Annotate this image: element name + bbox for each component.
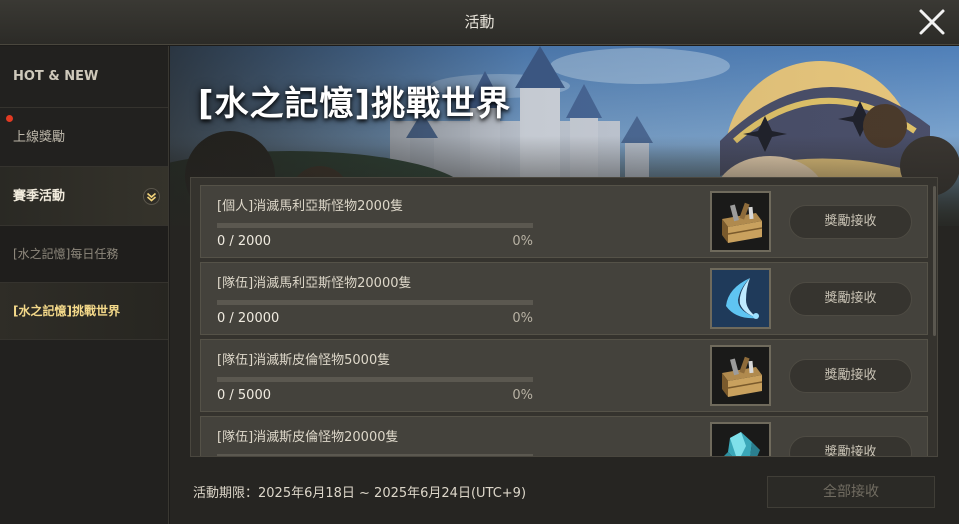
sidebar-item-label: 賽季活動 (13, 189, 66, 204)
event-period: 活動期限：2025年6月18日 ~ 2025年6月24日(UTC+9) (193, 486, 527, 501)
mission-progress-bar (217, 454, 533, 456)
reward-item-slot[interactable] (710, 345, 771, 406)
claim-reward-button[interactable]: 獎勵接收 (789, 436, 912, 456)
mission-row: [隊伍]消滅斯皮倫怪物5000隻 0 / 5000 0% 獎勵接收 (200, 339, 928, 412)
mission-progress-percent: 0% (512, 234, 533, 249)
claim-all-button[interactable]: 全部接收 (767, 476, 935, 508)
sidebar-item-season-events[interactable]: 賽季活動 (0, 167, 168, 226)
sidebar-item-label: [水之記憶]挑戰世界 (13, 304, 120, 318)
mission-title: [隊伍]消滅斯皮倫怪物5000隻 (217, 353, 391, 368)
sidebar-item-daily-missions[interactable]: [水之記憶]每日任務 (0, 226, 168, 283)
close-button[interactable] (917, 7, 947, 37)
sidebar-item-label: HOT & NEW (13, 69, 99, 84)
mission-row: [個人]消滅馬利亞斯怪物2000隻 0 / 2000 0% 獎勵接收 (200, 185, 928, 258)
claim-reward-button[interactable]: 獎勵接收 (789, 205, 912, 239)
mission-progress-bar (217, 223, 533, 228)
mission-title: [隊伍]消滅斯皮倫怪物20000隻 (217, 430, 399, 445)
sidebar-item-login-reward[interactable]: 上線獎勵 (0, 108, 168, 167)
mission-progress-bar (217, 300, 533, 305)
blue-crescent-feather-icon (726, 278, 759, 319)
sidebar-item-challenge-world[interactable]: [水之記憶]挑戰世界 (0, 283, 168, 340)
sidebar-item-label: [水之記憶]每日任務 (13, 247, 119, 261)
mission-progress-bar (217, 377, 533, 382)
wooden-toolbox-icon (722, 356, 763, 397)
mission-progress-percent: 0% (512, 311, 533, 326)
claim-reward-button[interactable]: 獎勵接收 (789, 359, 912, 393)
main-content: [水之記憶]挑戰世界 [個人]消滅馬利亞斯怪物2000隻 0 / 2000 0%… (170, 46, 959, 524)
sidebar: HOT & NEW 上線獎勵 賽季活動 [水之記憶]每日任務 [水之記憶]挑戰世… (0, 46, 169, 524)
sidebar-item-hot-new[interactable]: HOT & NEW (0, 46, 168, 108)
reward-item-slot[interactable] (710, 422, 771, 456)
window-title: 活動 (464, 13, 495, 31)
wooden-toolbox-icon (722, 202, 763, 243)
blue-crystal-icon (724, 432, 760, 456)
mission-progress-percent: 0% (512, 388, 533, 403)
mission-progress-count: 0 / 2000 (217, 234, 271, 249)
mission-row: [隊伍]消滅斯皮倫怪物20000隻 獎勵接收 (200, 416, 928, 456)
chevron-down-icon (143, 188, 160, 205)
event-title: [水之記憶]挑戰世界 (198, 84, 512, 124)
sidebar-item-label: 上線獎勵 (13, 130, 66, 145)
mission-title: [個人]消滅馬利亞斯怪物2000隻 (217, 199, 404, 214)
close-icon (919, 9, 945, 35)
reward-item-slot[interactable] (710, 268, 771, 329)
window-title-bar: 活動 (0, 0, 959, 45)
mission-title: [隊伍]消滅馬利亞斯怪物20000隻 (217, 276, 412, 291)
mission-list[interactable]: [個人]消滅馬利亞斯怪物2000隻 0 / 2000 0% 獎勵接收 [隊伍]消… (190, 177, 938, 457)
claim-reward-button[interactable]: 獎勵接收 (789, 282, 912, 316)
mission-list-scrollbar[interactable] (933, 186, 936, 336)
mission-row: [隊伍]消滅馬利亞斯怪物20000隻 0 / 20000 0% 獎勵接收 (200, 262, 928, 335)
reward-item-slot[interactable] (710, 191, 771, 252)
mission-progress-count: 0 / 20000 (217, 311, 280, 326)
mission-progress-count: 0 / 5000 (217, 388, 271, 403)
